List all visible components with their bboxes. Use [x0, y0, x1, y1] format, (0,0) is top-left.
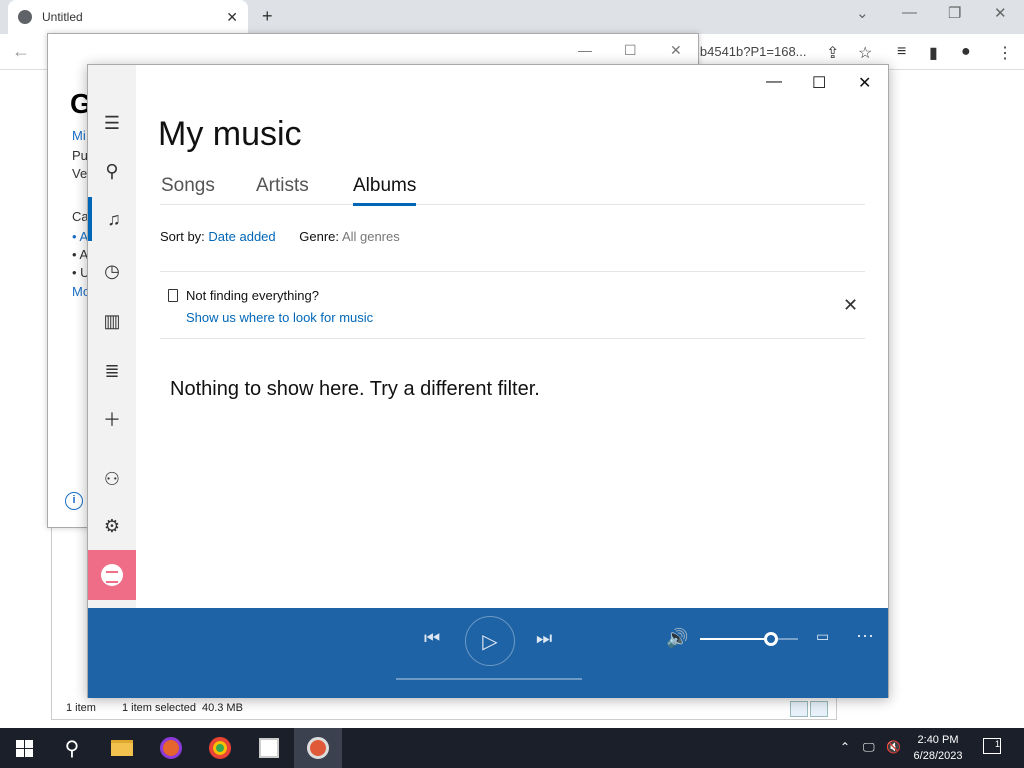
- spotify-icon: [101, 564, 123, 586]
- bg-bullet[interactable]: • A: [72, 229, 88, 244]
- sort-dropdown[interactable]: Date added: [208, 229, 275, 244]
- clock[interactable]: 2:40 PM 6/28/2023: [905, 732, 971, 764]
- file-explorer-icon[interactable]: [98, 728, 146, 768]
- groove-music-icon[interactable]: [294, 728, 342, 768]
- music-close-button[interactable]: ✕: [858, 73, 871, 93]
- music-window: — ☐ ✕ ☰ ⚲ ♫ ◷ ▥ ≣ ＋ ⚇ ⚙ My music Songs A…: [87, 64, 889, 698]
- music-maximize-button[interactable]: ☐: [812, 73, 826, 93]
- charts-icon[interactable]: ▥: [88, 299, 136, 343]
- choose-folders-link[interactable]: Show us where to look for music: [186, 310, 373, 325]
- bg-bullet: • A: [72, 247, 89, 262]
- tab-albums[interactable]: Albums: [353, 175, 417, 206]
- seek-bar[interactable]: [396, 678, 582, 680]
- more-options-icon[interactable]: ⋯: [856, 626, 874, 647]
- browser-minimize-button[interactable]: —: [902, 4, 917, 21]
- add-icon[interactable]: ＋: [88, 397, 136, 441]
- search-icon[interactable]: ⚲: [88, 149, 136, 193]
- share-icon[interactable]: ⇪: [826, 43, 839, 63]
- bookmark-star-icon[interactable]: ☆: [858, 43, 872, 63]
- back-arrow-icon[interactable]: ←: [12, 41, 30, 62]
- firefox-icon[interactable]: [147, 728, 195, 768]
- browser-tab[interactable]: Untitled ✕: [8, 0, 248, 34]
- item-count: 1 item: [66, 702, 96, 714]
- clock-date: 6/28/2023: [913, 750, 963, 762]
- document-icon: [168, 289, 178, 302]
- package-icon[interactable]: [245, 728, 293, 768]
- reading-list-icon[interactable]: ≡: [897, 43, 906, 61]
- browser-restore-button[interactable]: ❐: [948, 4, 961, 22]
- volume-icon[interactable]: 🔊: [666, 628, 688, 649]
- network-icon[interactable]: 🖵: [863, 740, 875, 755]
- large-icons-view-icon[interactable]: [810, 701, 828, 717]
- bg-minimize-button[interactable]: —: [578, 42, 592, 58]
- bg-close-button[interactable]: ✕: [670, 42, 682, 59]
- nav-rail: ☰ ⚲ ♫ ◷ ▥ ≣ ＋ ⚇ ⚙: [88, 65, 136, 608]
- start-button[interactable]: [0, 728, 48, 768]
- now-playing-icon[interactable]: ≣: [88, 349, 136, 393]
- new-tab-button[interactable]: +: [262, 6, 273, 27]
- genre-dropdown[interactable]: All genres: [342, 229, 400, 244]
- address-bar[interactable]: lb4541b?P1=168...: [697, 44, 807, 59]
- tab-close-icon[interactable]: ✕: [226, 9, 238, 26]
- page-title: My music: [158, 115, 302, 153]
- divider: [160, 271, 865, 272]
- view-toggle: [790, 701, 828, 717]
- selected-count: 1 item selected: [121, 702, 196, 714]
- mini-player-icon[interactable]: ▭: [816, 628, 829, 645]
- tab-artists[interactable]: Artists: [256, 175, 309, 197]
- tab-search-icon[interactable]: ⌄: [856, 4, 869, 22]
- empty-state-message: Nothing to show here. Try a different fi…: [170, 378, 540, 400]
- divider: [160, 338, 865, 339]
- filter-row: Sort by: Date added Genre: All genres: [160, 229, 400, 244]
- details-view-icon[interactable]: [790, 701, 808, 717]
- speaker-muted-icon[interactable]: 🔇: [886, 740, 901, 754]
- music-tabs: Songs Artists Albums: [160, 175, 865, 206]
- volume-slider[interactable]: [700, 632, 798, 646]
- info-icon[interactable]: i: [65, 492, 83, 510]
- spotify-button[interactable]: [88, 550, 136, 600]
- play-button[interactable]: ▷: [465, 616, 515, 666]
- music-minimize-button[interactable]: —: [766, 73, 782, 91]
- taskbar: ⚲ ⌃ 🖵 🔇 2:40 PM 6/28/2023 1: [0, 728, 1024, 768]
- notification-count: 1: [994, 739, 1000, 749]
- bg-line: Pu: [72, 148, 88, 163]
- explorer-status-bar: 1 item 1 item selected 40.3 MB: [52, 697, 836, 719]
- music-note-icon[interactable]: ♫: [88, 197, 136, 241]
- notice-title: Not finding everything?: [186, 288, 319, 303]
- browser-tab-title: Untitled: [42, 10, 83, 24]
- browser-tab-strip: Untitled ✕ + ⌄ — ❐ ✕: [0, 0, 1024, 34]
- sort-label: Sort by:: [160, 229, 205, 244]
- selected-size: 40.3 MB: [201, 702, 243, 714]
- settings-icon[interactable]: ⚙: [88, 504, 136, 548]
- search-icon[interactable]: ⚲: [48, 728, 96, 768]
- recent-icon[interactable]: ◷: [88, 249, 136, 293]
- dismiss-notice-icon[interactable]: ✕: [843, 295, 858, 316]
- hamburger-icon[interactable]: ☰: [88, 101, 136, 145]
- notification-center-icon[interactable]: 1: [983, 738, 1001, 754]
- profile-icon[interactable]: ●: [961, 43, 971, 61]
- show-hidden-icons-icon[interactable]: ⌃: [840, 740, 850, 754]
- browser-menu-icon[interactable]: ⋮: [997, 43, 1013, 63]
- tab-songs[interactable]: Songs: [161, 175, 215, 197]
- bg-maximize-button[interactable]: ☐: [624, 42, 637, 59]
- chrome-icon[interactable]: [196, 728, 244, 768]
- previous-track-icon[interactable]: ⏮: [424, 628, 440, 649]
- globe-icon: [18, 10, 32, 24]
- genre-label: Genre:: [299, 229, 340, 244]
- browser-close-button[interactable]: ✕: [994, 4, 1007, 22]
- player-bar: ⏮ ▷ ⏭ 🔊 ▭ ⋯: [88, 608, 888, 698]
- volume-thumb[interactable]: [763, 632, 778, 646]
- volume-fill: [700, 638, 771, 640]
- next-track-icon[interactable]: ⏭: [536, 628, 552, 649]
- add-account-icon[interactable]: ⚇: [88, 457, 136, 501]
- clock-time: 2:40 PM: [917, 734, 959, 746]
- windows-icon: [15, 739, 33, 757]
- side-panel-icon[interactable]: ▮: [929, 43, 938, 63]
- bg-line[interactable]: Mi: [72, 128, 86, 143]
- bg-line: Ve: [72, 166, 88, 181]
